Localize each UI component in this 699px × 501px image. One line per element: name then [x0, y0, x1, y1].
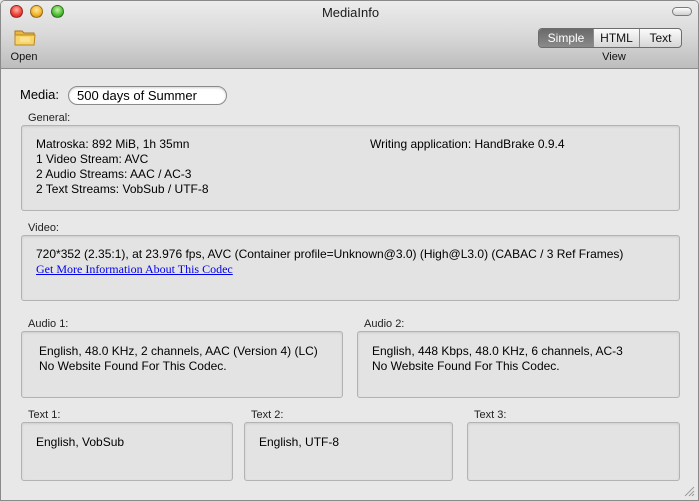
open-button[interactable]: Open [9, 27, 39, 65]
text1-box: English, VobSub [21, 422, 233, 481]
audio2-line: No Website Found For This Codec. [372, 359, 560, 373]
general-line: Matroska: 892 MiB, 1h 35mn [36, 137, 190, 151]
window-title: MediaInfo [321, 5, 380, 20]
video-label: Video: [28, 222, 59, 234]
resize-grip-icon[interactable] [684, 486, 695, 497]
view-label: View [602, 51, 626, 63]
text1-label: Text 1: [28, 409, 61, 421]
text2-label: Text 2: [251, 409, 284, 421]
view-mode-text[interactable]: Text [639, 29, 681, 47]
audio1-line: English, 48.0 KHz, 2 channels, AAC (Vers… [39, 344, 318, 358]
media-label: Media: [20, 87, 60, 102]
unified-toolbar: MediaInfo Open Simple HTML Text View [1, 1, 698, 69]
audio2-label: Audio 2: [364, 318, 405, 330]
audio1-box: English, 48.0 KHz, 2 channels, AAC (Vers… [21, 331, 343, 398]
general-line: 2 Text Streams: VobSub / UTF-8 [36, 182, 209, 196]
text3-label: Text 3: [474, 409, 507, 421]
folder-icon [14, 30, 36, 46]
video-info: 720*352 (2.35:1), at 23.976 fps, AVC (Co… [36, 247, 624, 261]
general-label: General: [28, 112, 71, 124]
codec-info-link[interactable]: Get More Information About This Codec [36, 262, 233, 276]
general-line: 1 Video Stream: AVC [36, 152, 149, 166]
mediainfo-window: MediaInfo Open Simple HTML Text View Med… [0, 0, 699, 501]
media-select[interactable]: 500 days of Summer [68, 86, 227, 105]
audio1-line: No Website Found For This Codec. [39, 359, 227, 373]
audio2-box: English, 448 Kbps, 48.0 KHz, 6 channels,… [357, 331, 680, 398]
general-box: Matroska: 892 MiB, 1h 35mn 1 Video Strea… [21, 125, 680, 211]
audio2-line: English, 448 Kbps, 48.0 KHz, 6 channels,… [372, 344, 623, 358]
video-box: 720*352 (2.35:1), at 23.976 fps, AVC (Co… [21, 235, 680, 301]
view-mode-simple[interactable]: Simple [539, 29, 593, 47]
text1-value: English, VobSub [36, 435, 125, 449]
text2-value: English, UTF-8 [259, 435, 340, 449]
open-label: Open [10, 51, 38, 63]
text2-box: English, UTF-8 [244, 422, 453, 481]
general-line: 2 Audio Streams: AAC / AC-3 [36, 167, 192, 181]
audio1-label: Audio 1: [28, 318, 69, 330]
toolbar-toggle-button[interactable] [672, 7, 692, 16]
view-mode-html[interactable]: HTML [593, 29, 639, 47]
writing-application: Writing application: HandBrake 0.9.4 [370, 137, 565, 151]
view-mode-segmented-control[interactable]: Simple HTML Text [538, 28, 682, 48]
text3-box [467, 422, 680, 481]
